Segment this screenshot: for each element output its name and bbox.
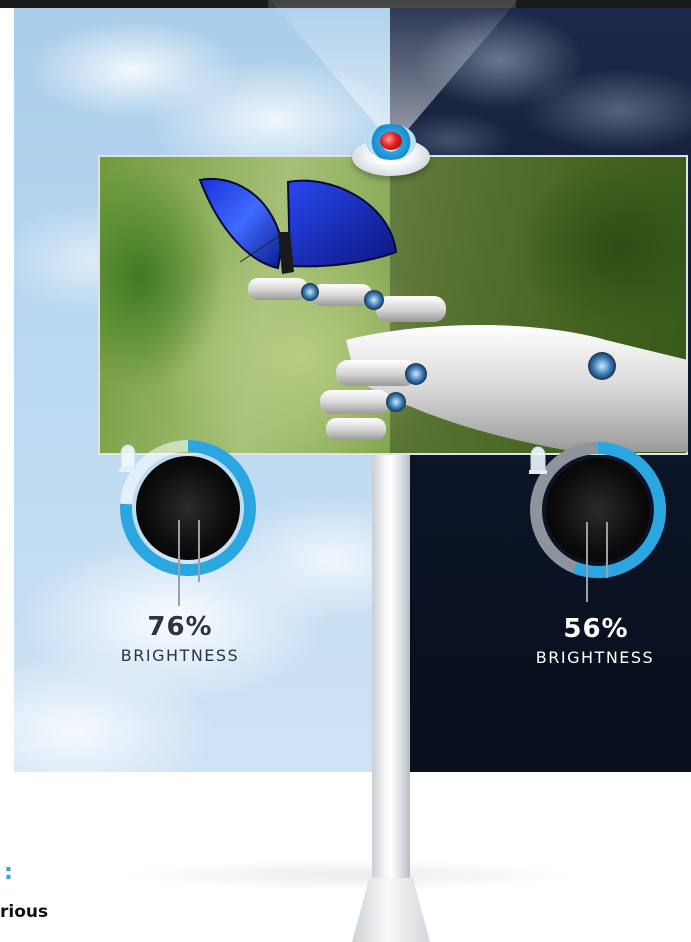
night-brightness-label: BRIGHTNESS — [535, 648, 655, 667]
projector-lens — [380, 132, 402, 150]
led-lead-right — [606, 522, 608, 578]
projector-icon — [352, 120, 430, 176]
cropped-body-text-fragment: rious — [0, 902, 49, 922]
night-gauge-core — [546, 458, 650, 562]
day-brightness-value: 76% — [147, 612, 213, 642]
led-bulb-icon — [529, 446, 547, 474]
night-brightness-value: 56% — [563, 614, 629, 644]
day-brightness-gauge — [118, 438, 258, 578]
ground-shadow — [120, 860, 580, 890]
cropped-heading-fragment: : — [4, 860, 13, 885]
led-lead-left — [586, 522, 588, 602]
led-bulb-icon — [119, 444, 137, 472]
robot-hand-icon — [248, 278, 688, 452]
butterfly-icon — [198, 178, 398, 274]
led-lead-left — [178, 520, 180, 606]
day-brightness-label: BRIGHTNESS — [120, 646, 240, 665]
night-brightness-gauge — [528, 440, 668, 580]
billboard-pole — [372, 455, 410, 895]
led-lead-right — [198, 520, 200, 582]
day-gauge-core — [136, 456, 240, 560]
